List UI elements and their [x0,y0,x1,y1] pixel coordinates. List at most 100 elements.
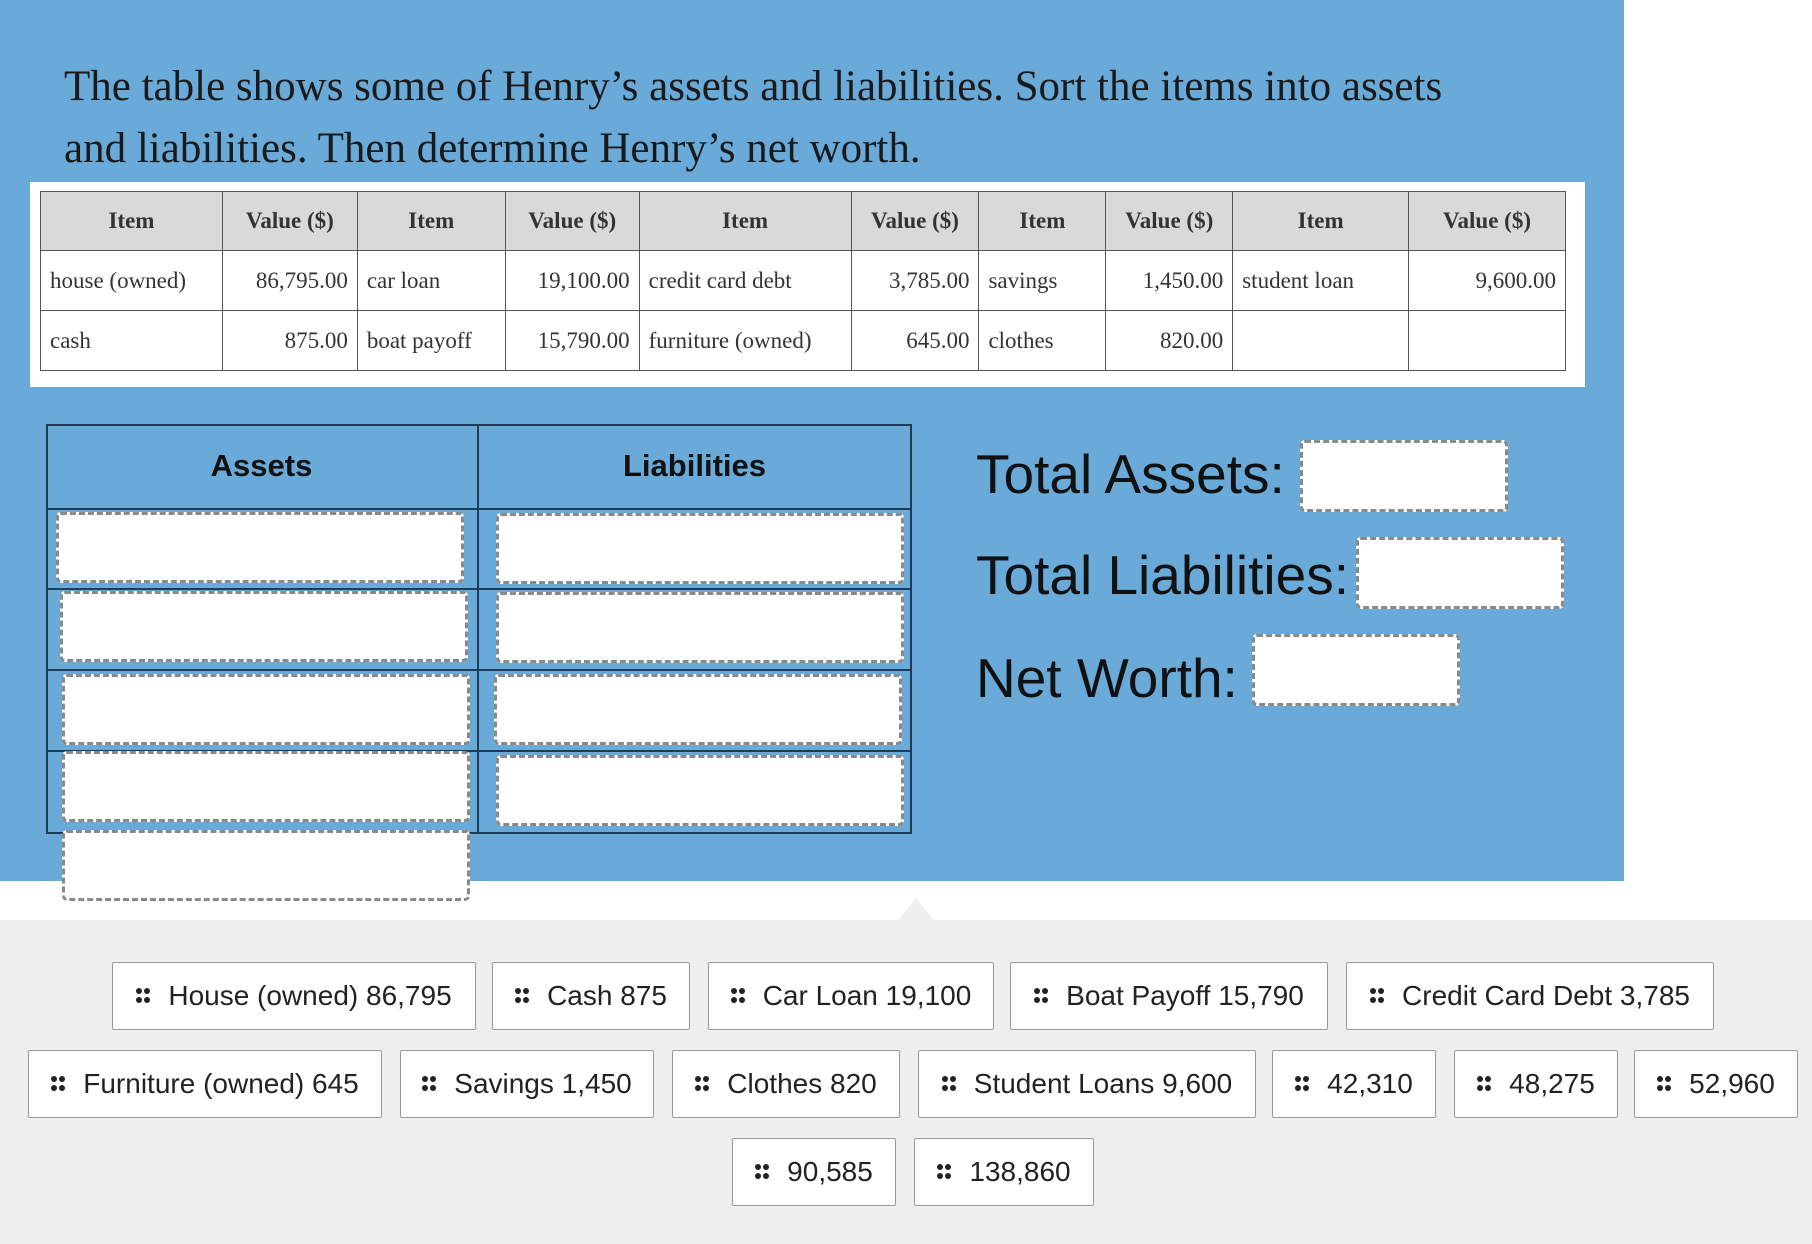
chip-label: Student Loans 9,600 [973,1068,1233,1099]
drag-handle-icon [1034,988,1049,1004]
chip-label: 138,860 [969,1156,1071,1187]
table-cell: 645.00 [850,310,980,371]
liability-drop-zone-2[interactable] [496,592,904,663]
chip-label: Cash 875 [547,980,667,1011]
table-cell: car loan [356,250,506,311]
assets-column-header: Assets [210,448,313,483]
choice-chip-furniture[interactable]: Furniture (owned) 645 [28,1050,382,1118]
header-item-4: Item [978,191,1107,251]
asset-drop-zone-3[interactable] [62,674,470,745]
assets-liabilities-table: Item Value ($) Item Value ($) Item Value… [40,191,1566,371]
choice-chip-savings[interactable]: Savings 1,450 [400,1050,654,1118]
choice-chip-138860[interactable]: 138,860 [914,1138,1094,1206]
drag-handle-icon [1657,1076,1672,1092]
header-item-2: Item [356,191,506,251]
chip-label: Clothes 820 [727,1068,877,1099]
drag-handle-icon [422,1076,437,1092]
liability-drop-zone-3[interactable] [494,674,902,745]
choice-chip-90585[interactable]: 90,585 [732,1138,896,1206]
header-item-5: Item [1232,191,1410,251]
drag-handle-icon [51,1076,66,1092]
table-row: house (owned) 86,795.00 car loan 19,100.… [40,250,1566,311]
chip-label: Furniture (owned) 645 [83,1068,359,1099]
table-row: cash 875.00 boat payoff 15,790.00 furnit… [40,310,1566,371]
header-value-4: Value ($) [1105,191,1234,251]
choice-chip-52960[interactable]: 52,960 [1634,1050,1798,1118]
chip-label: Credit Card Debt 3,785 [1402,980,1690,1011]
drag-handle-icon [515,988,530,1004]
asset-drop-zone-2[interactable] [60,591,468,662]
table-cell: 9,600.00 [1408,250,1566,311]
chip-label: 42,310 [1327,1068,1413,1099]
drag-handle-icon [755,1164,770,1180]
header-value-1: Value ($) [221,191,358,251]
table-cell: student loan [1232,250,1410,311]
choice-chip-42310[interactable]: 42,310 [1272,1050,1436,1118]
header-value-2: Value ($) [504,191,640,251]
liability-drop-zone-1[interactable] [496,513,904,584]
drag-handle-icon [1477,1076,1492,1092]
drag-handle-icon [136,988,151,1004]
table-cell: boat payoff [356,310,506,371]
sort-grid-row-line [46,669,910,671]
choice-chip-48275[interactable]: 48,275 [1454,1050,1618,1118]
drag-handle-icon [1370,988,1385,1004]
table-cell: 19,100.00 [504,250,640,311]
drag-handle-icon [941,1076,956,1092]
table-cell: 3,785.00 [850,250,980,311]
liabilities-column-header: Liabilities [623,448,766,483]
chip-label: 52,960 [1689,1068,1775,1099]
asset-drop-zone-5[interactable] [62,830,470,901]
choice-chip-student-loans[interactable]: Student Loans 9,600 [918,1050,1256,1118]
choice-chip-cash[interactable]: Cash 875 [492,962,690,1030]
table-cell [1408,310,1566,371]
table-cell: 15,790.00 [504,310,640,371]
table-cell: cash [40,310,223,371]
table-header-row: Item Value ($) Item Value ($) Item Value… [40,191,1566,251]
asset-drop-zone-1[interactable] [56,512,464,583]
choice-chip-credit-card-debt[interactable]: Credit Card Debt 3,785 [1346,962,1714,1030]
table-cell: savings [978,250,1107,311]
question-panel: The table shows some of Henry’s assets a… [0,0,1624,901]
chip-label: 48,275 [1509,1068,1595,1099]
table-cell: 875.00 [221,310,358,371]
table-cell: 86,795.00 [221,250,358,311]
total-liabilities-label: Total Liabilities: [976,544,1349,606]
table-cell: 820.00 [1105,310,1234,371]
sort-grid-row-line [46,588,910,590]
tray-pointer [898,898,934,920]
table-cell: house (owned) [40,250,223,311]
chip-label: Boat Payoff 15,790 [1066,980,1304,1011]
header-item-3: Item [638,191,852,251]
chip-label: Savings 1,450 [454,1068,632,1099]
asset-drop-zone-4[interactable] [62,751,470,822]
header-value-5: Value ($) [1408,191,1566,251]
chip-label: Car Loan 19,100 [762,980,972,1011]
net-worth-label: Net Worth: [976,647,1238,709]
drag-handle-icon [730,988,745,1004]
question-prompt: The table shows some of Henry’s assets a… [64,56,1584,180]
chip-label: 90,585 [787,1156,873,1187]
header-item-1: Item [40,191,223,251]
choice-chip-house[interactable]: House (owned) 86,795 [112,962,476,1030]
table-cell: 1,450.00 [1105,250,1234,311]
drag-handle-icon [1295,1076,1310,1092]
net-worth-drop-zone[interactable] [1252,634,1460,706]
prompt-line-1: The table shows some of Henry’s assets a… [64,63,1443,110]
liability-drop-zone-4[interactable] [496,755,904,826]
table-cell: credit card debt [638,250,852,311]
drag-handle-icon [937,1164,952,1180]
assets-liabilities-table-container: Item Value ($) Item Value ($) Item Value… [30,182,1585,387]
table-cell: clothes [978,310,1107,371]
sort-grid-row-line [46,508,910,510]
header-value-3: Value ($) [850,191,980,251]
choice-chip-boat-payoff[interactable]: Boat Payoff 15,790 [1010,962,1328,1030]
chip-label: House (owned) 86,795 [168,980,452,1011]
choice-chip-car-loan[interactable]: Car Loan 19,100 [708,962,994,1030]
choice-chip-clothes[interactable]: Clothes 820 [672,1050,900,1118]
total-liabilities-drop-zone[interactable] [1356,537,1564,609]
total-assets-drop-zone[interactable] [1300,440,1508,512]
table-cell: furniture (owned) [638,310,852,371]
prompt-line-2: and liabilities. Then determine Henry’s … [64,125,921,172]
table-cell [1232,310,1410,371]
